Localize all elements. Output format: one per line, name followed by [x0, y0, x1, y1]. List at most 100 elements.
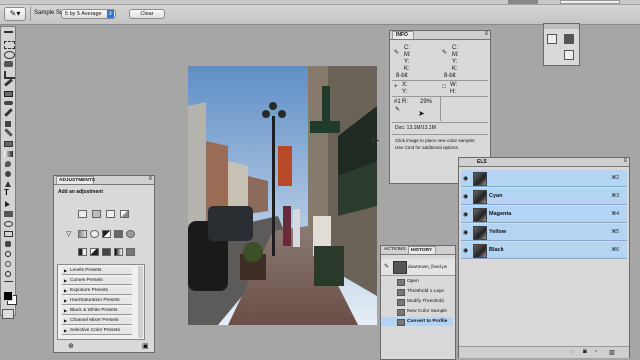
presets-scrollbar[interactable] — [138, 266, 143, 338]
exposure-icon[interactable] — [120, 210, 129, 218]
adjustments-tab[interactable]: ADJUSTMENTS — [56, 176, 95, 184]
histogram-panel-icon[interactable] — [547, 34, 557, 44]
switch-colors-icon[interactable] — [4, 281, 13, 286]
history-item[interactable]: Threshold 1 Laye — [381, 287, 453, 296]
hue-saturation-presets-item[interactable]: Hue/Saturation Presets — [62, 297, 132, 305]
photo-filter-icon[interactable] — [114, 230, 123, 238]
sample-size-select[interactable]: 5 by 5 Average ⇕ — [61, 9, 116, 19]
pen-tool-icon[interactable] — [5, 181, 11, 187]
levels-presets-item[interactable]: Levels Presets — [62, 267, 132, 275]
new-channel-icon[interactable]: ▫ — [595, 349, 597, 355]
curves-presets-item[interactable]: Curves Presets — [62, 277, 132, 285]
invert-icon[interactable] — [78, 248, 87, 256]
hint-line-2: Use Cmd for additional options. — [395, 145, 460, 150]
street-scene-photo — [188, 66, 377, 325]
adjustments-menu-icon[interactable]: ≡ — [148, 176, 152, 182]
black-white-icon[interactable] — [102, 230, 111, 238]
eye-icon[interactable]: ◉ — [463, 211, 468, 218]
move-tool-icon[interactable] — [4, 31, 13, 39]
eye-icon[interactable]: ◉ — [463, 193, 468, 200]
channel-name: Yellow — [489, 229, 507, 235]
selective-color-presets-item[interactable]: Selective Color Presets — [62, 327, 132, 335]
rotate-view-icon[interactable] — [5, 261, 11, 267]
history-step-icon — [397, 299, 405, 306]
channel-row-composite[interactable]: ◉ ⌘2 — [461, 170, 627, 187]
black-white-presets-item[interactable]: Black & White Presets — [62, 307, 132, 315]
eye-icon[interactable]: ◉ — [463, 247, 468, 254]
3d-camera-tool-icon[interactable] — [4, 231, 13, 237]
foreground-color-swatch[interactable] — [3, 291, 13, 301]
vibrance-icon[interactable]: ▽ — [66, 230, 75, 238]
channel-mixer-icon[interactable] — [126, 230, 135, 238]
dodge-tool-icon[interactable] — [5, 171, 11, 177]
workspace-switcher[interactable] — [508, 0, 538, 4]
quick-select-tool-icon[interactable] — [4, 61, 13, 67]
history-item[interactable]: Open — [381, 277, 453, 286]
screen-mode-button[interactable] — [2, 309, 14, 319]
brush-tool-icon[interactable] — [4, 108, 13, 117]
healing-brush-icon[interactable] — [4, 101, 13, 105]
3d-rotate-tool-icon[interactable] — [4, 221, 13, 227]
crop-tool-icon[interactable] — [4, 71, 15, 79]
document-image[interactable] — [188, 66, 377, 325]
eraser-tool-icon[interactable] — [4, 141, 13, 147]
navigator-panel-icon[interactable] — [564, 34, 574, 44]
color-sampler-tool-icon[interactable] — [4, 91, 13, 97]
eyedropper-tool-preset-button[interactable]: ✎▾ — [4, 7, 26, 21]
shape-tool-icon[interactable] — [4, 211, 13, 217]
channels-tab-label[interactable]: ELS — [477, 159, 487, 165]
color-balance-icon[interactable] — [90, 230, 99, 238]
clone-stamp-icon[interactable] — [5, 121, 11, 127]
selective-color-icon[interactable] — [126, 248, 135, 256]
clear-button[interactable]: Clear — [129, 9, 165, 19]
history-tab[interactable]: HISTORY — [408, 246, 436, 254]
levels-icon[interactable] — [92, 210, 101, 218]
gradient-tool-icon[interactable] — [4, 151, 13, 157]
brightness-contrast-icon[interactable] — [78, 210, 87, 218]
history-item[interactable]: New Color Sample — [381, 307, 453, 316]
add-adjustment-heading: Add an adjustment — [58, 189, 104, 195]
save-selection-icon[interactable]: ◙ — [583, 349, 587, 355]
channel-row-magenta[interactable]: ◉ Magenta ⌘4 — [461, 206, 627, 223]
tools-palette: T — [0, 26, 17, 316]
info-divider-v — [440, 97, 441, 121]
snapshot-brush-icon[interactable]: ✎ — [384, 263, 389, 270]
actions-tab[interactable]: ACTIONS — [384, 247, 406, 252]
zoom-tool-icon[interactable] — [5, 251, 11, 257]
eye-icon[interactable]: ◉ — [463, 229, 468, 236]
channels-menu-icon[interactable]: ≡ — [623, 158, 627, 164]
history-item-selected[interactable]: Convert to Profile — [381, 317, 453, 326]
history-snapshot-row[interactable]: ✎ downtown_fixed.ps — [381, 259, 455, 276]
clip-to-layer-icon[interactable]: ⊕ — [68, 342, 74, 350]
load-selection-icon[interactable]: ◌ — [571, 349, 575, 355]
eye-icon[interactable]: ◉ — [463, 175, 468, 182]
gradient-map-icon[interactable] — [114, 248, 123, 256]
channel-thumbnail — [473, 172, 487, 186]
brush-panel-icon[interactable] — [564, 50, 574, 60]
zoom-magnifier-icon[interactable] — [5, 271, 11, 277]
threshold-icon[interactable] — [102, 248, 111, 256]
history-brush-icon[interactable] — [4, 128, 13, 137]
channel-row-cyan[interactable]: ◉ Cyan ⌘3 — [461, 188, 627, 205]
lasso-tool-icon[interactable] — [4, 51, 15, 59]
channel-mixer-presets-item[interactable]: Channel Mixer Presets — [62, 317, 132, 325]
posterize-icon[interactable] — [90, 248, 99, 256]
hand-tool-icon[interactable] — [5, 241, 11, 247]
adjustment-trash-icon[interactable]: ▣ — [142, 342, 149, 350]
blur-tool-icon[interactable] — [5, 161, 11, 167]
eyedropper-tool-icon[interactable] — [4, 78, 13, 87]
hue-saturation-icon[interactable] — [78, 230, 87, 238]
path-select-tool-icon[interactable] — [5, 201, 10, 207]
marquee-tool-icon[interactable] — [4, 41, 15, 49]
channel-row-yellow[interactable]: ◉ Yellow ⌘5 — [461, 224, 627, 241]
curves-icon[interactable] — [106, 210, 115, 218]
type-tool-icon[interactable]: T — [4, 189, 13, 197]
sampler-icon: ✎ — [395, 107, 401, 113]
exposure-presets-item[interactable]: Exposure Presets — [62, 287, 132, 295]
search-field[interactable] — [560, 0, 620, 4]
info-tab[interactable]: INFO — [392, 31, 414, 39]
channel-row-black[interactable]: ◉ Black ⌘6 — [461, 242, 627, 259]
history-item[interactable]: Modify Threshold — [381, 297, 453, 306]
panel-menu-icon[interactable]: ≡ — [484, 31, 488, 37]
delete-channel-icon[interactable]: ▥ — [609, 349, 615, 356]
